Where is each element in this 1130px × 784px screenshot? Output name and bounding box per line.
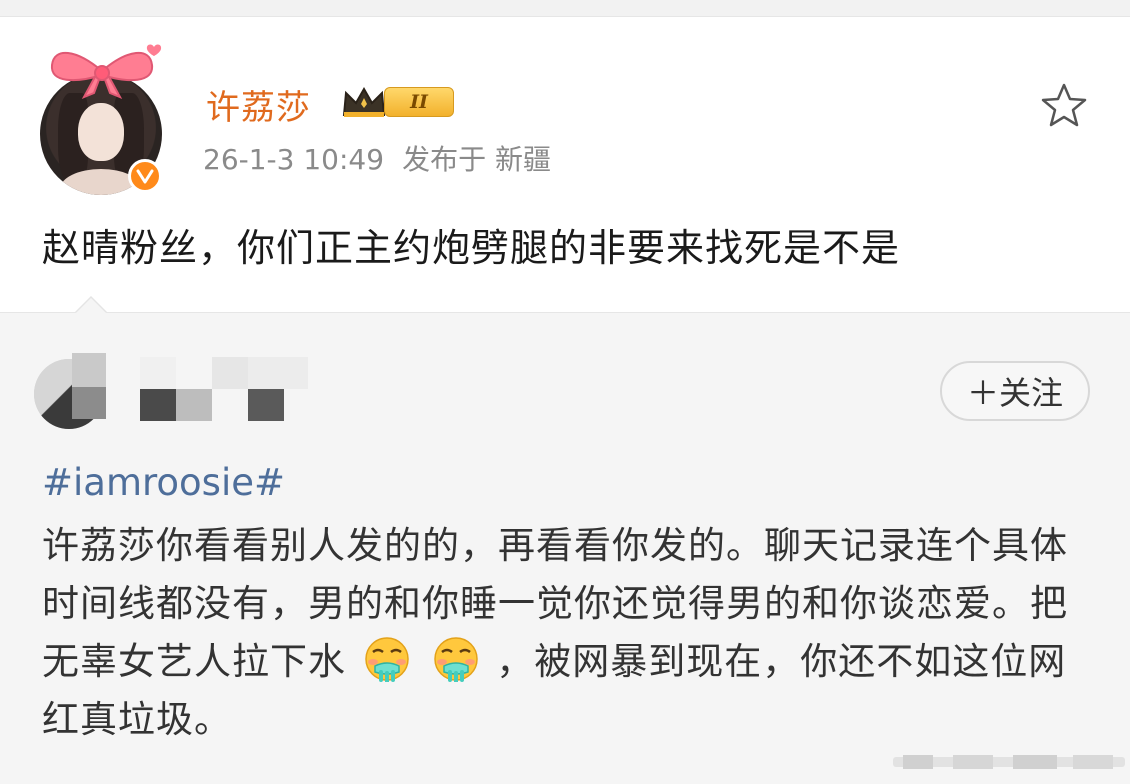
gross-face-emoji <box>365 637 409 682</box>
follow-button[interactable]: ＋关注 <box>940 361 1090 421</box>
user-level-badge[interactable]: II <box>340 81 458 121</box>
user-level-label: II <box>384 87 454 117</box>
repost-text: 许荔莎你看看别人发的的，再看看你发的。聊天记录连个具体时间线都没有，男的和你睡一… <box>42 517 1102 749</box>
username[interactable]: 许荔莎 <box>206 80 311 129</box>
avatar-group[interactable] <box>36 39 168 195</box>
star-outline-icon <box>1041 83 1087 127</box>
watermark <box>893 755 1125 769</box>
post-timestamp: 26-1-3 10:49 <box>203 143 385 176</box>
pink-bow-icon <box>50 44 162 99</box>
post-meta: 26-1-3 10:49 发布于 新疆 <box>203 138 551 178</box>
crown-icon <box>342 86 386 117</box>
hashtag-link[interactable]: #iamroosie# <box>42 461 285 504</box>
verified-v-icon <box>128 159 162 193</box>
post-location: 发布于 新疆 <box>402 143 551 176</box>
weibo-post: 许荔莎 II 26-1-3 10:49 发布于 新疆 赵晴粉丝，你们正主约炮劈腿的… <box>0 17 1130 312</box>
repost-pointer-inner <box>76 298 106 313</box>
gross-face-emoji <box>433 637 478 682</box>
favorite-button[interactable] <box>1038 79 1090 131</box>
post-text: 赵晴粉丝，你们正主约炮劈腿的非要来找死是不是 <box>42 226 901 270</box>
reposted-card[interactable]: ＋关注 #iamroosie# 许荔莎你看看别人发的的，再看看你发的。聊天记录连… <box>0 312 1130 784</box>
top-divider <box>0 0 1130 17</box>
